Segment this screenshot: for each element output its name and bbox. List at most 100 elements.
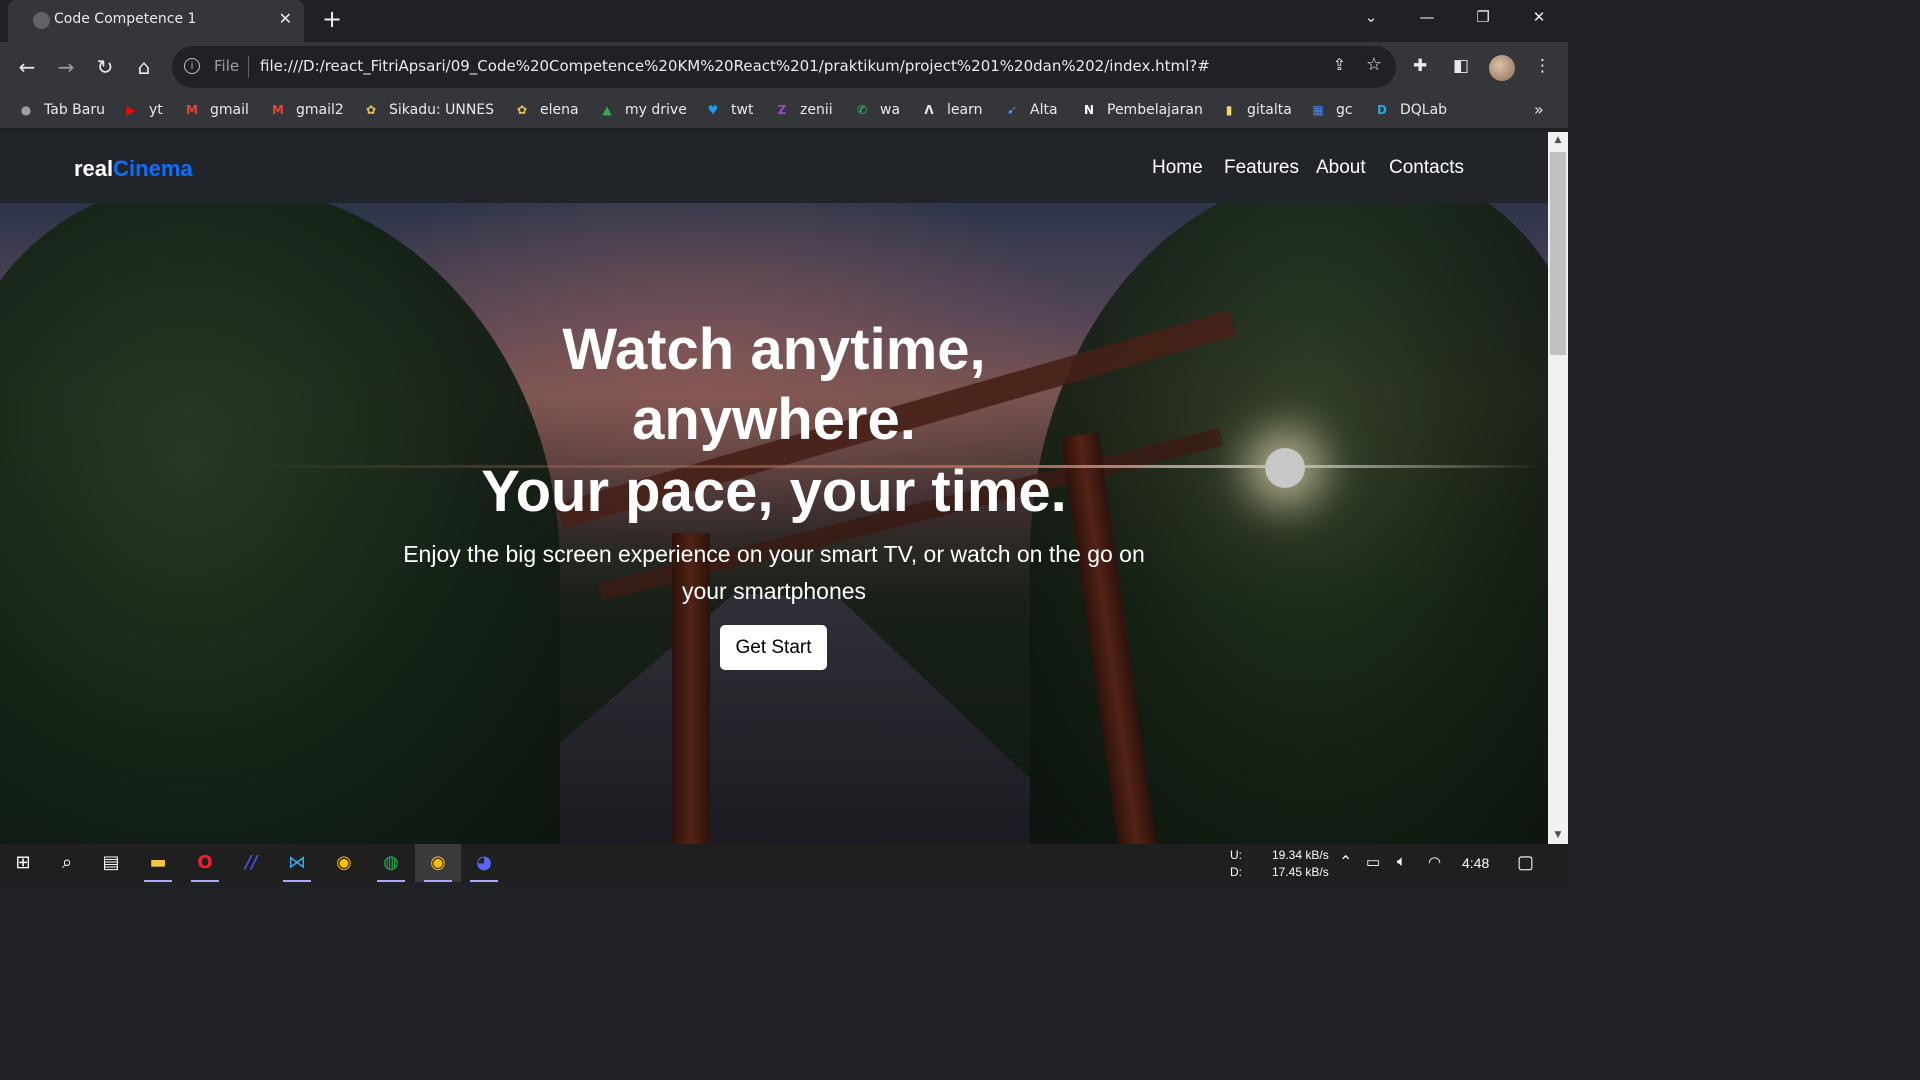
bookmark-label: gmail <box>210 102 249 118</box>
bookmark-label: elena <box>540 102 579 118</box>
tray-overflow-chevron-icon[interactable]: ⌃ <box>1339 852 1352 872</box>
search-icon[interactable]: ⌕ <box>44 844 90 882</box>
menu-kebab-icon[interactable]: ⋮ <box>1534 56 1551 76</box>
tab-close-icon[interactable]: ✕ <box>279 9 292 28</box>
drive-icon: ▲ <box>602 103 612 117</box>
bookmark-gc[interactable]: ▦ gc <box>1309 100 1353 120</box>
address-bar[interactable]: i File file:///D:/react_FitriApsari/09_C… <box>172 46 1396 88</box>
reload-icon[interactable]: ↻ <box>91 53 119 81</box>
bookmark-label: gmail2 <box>296 102 344 118</box>
nav-about-link[interactable]: About <box>1316 157 1366 179</box>
learn-icon: Λ <box>924 103 934 117</box>
site-info-icon[interactable]: i <box>184 58 200 74</box>
opera-icon[interactable]: O <box>182 844 228 882</box>
site-navbar: realCinema Home Features About Contacts <box>0 132 1548 203</box>
network-download-label: D: <box>1230 865 1242 879</box>
network-upload-speed: 19.34 kB/s <box>1272 848 1329 862</box>
browser-tab[interactable]: Code Competence 1 ✕ <box>8 0 304 42</box>
restore-button[interactable]: ❐ <box>1455 0 1511 34</box>
bookmark-my-drive[interactable]: ▲ my drive <box>598 100 687 120</box>
spotify-icon[interactable]: ◍ <box>368 844 414 882</box>
tab-search-chevron-icon[interactable]: ⌄ <box>1343 0 1399 34</box>
bookmark-yt[interactable]: ▶ yt <box>122 100 162 120</box>
browser-toolbar: ← → ↻ ⌂ i File file:///D:/react_FitriAps… <box>0 42 1568 92</box>
hero-lead-text: Enjoy the big screen experience on your … <box>403 541 1145 604</box>
bookmark-label: Sikadu: UNNES <box>389 102 495 118</box>
clock-time[interactable]: 4:48 <box>1462 855 1489 871</box>
page-scrollbar[interactable]: ▲ ▼ <box>1548 132 1568 844</box>
brand-accent: Cinema <box>113 156 193 181</box>
gmail-icon: M <box>272 103 284 117</box>
nav-features-link[interactable]: Features <box>1224 157 1299 179</box>
bookmark-label: twt <box>731 102 754 118</box>
nav-home-link[interactable]: Home <box>1152 157 1203 179</box>
battery-icon[interactable]: ▭ <box>1366 853 1380 871</box>
forward-arrow-icon[interactable]: → <box>52 53 80 81</box>
scroll-up-arrow-icon[interactable]: ▲ <box>1548 132 1568 149</box>
network-download-speed: 17.45 kB/s <box>1272 865 1329 879</box>
close-window-button[interactable]: ✕ <box>1511 0 1567 34</box>
bookmark-star-icon[interactable]: ☆ <box>1366 54 1382 75</box>
extensions-puzzle-icon[interactable]: ✚ <box>1413 56 1427 76</box>
page-viewport: realCinema Home Features About Contacts … <box>0 132 1548 844</box>
bookmarks-bar: ● Tab Baru ▶ yt Mgmail Mgmail2 ✿ Sikadu: UNNES ✿… <box>0 92 1568 128</box>
twitter-icon: ♥ <box>707 103 719 117</box>
notion-icon: N <box>1083 103 1095 117</box>
volume-icon[interactable]: 🔈︎ <box>1397 853 1406 870</box>
bookmark-sikadu-unnes[interactable]: ✿ Sikadu: UNNES <box>362 100 494 120</box>
gmail-icon: M <box>186 103 198 117</box>
bookmark-zenii[interactable]: Zzenii <box>773 100 833 120</box>
scroll-down-arrow-icon[interactable]: ▼ <box>1548 827 1568 844</box>
discord-icon[interactable]: ◕ <box>461 844 507 882</box>
notification-icon[interactable]: ▢ <box>1517 852 1534 873</box>
bookmark-label: Pembelajaran <box>1107 102 1203 118</box>
bookmark-label: Tab Baru <box>44 102 105 118</box>
tab-title: Code Competence 1 <box>54 11 197 27</box>
bookmark-pembelajaran[interactable]: N Pembelajaran <box>1080 100 1203 120</box>
tab-favicon-icon <box>33 12 50 29</box>
bookmark-gmail[interactable]: Mgmail <box>183 100 249 120</box>
scrollbar-thumb[interactable] <box>1550 152 1566 355</box>
profile-avatar[interactable] <box>1489 55 1515 81</box>
bookmark-twt[interactable]: ♥ twt <box>704 100 754 120</box>
youtube-icon: ▶ <box>126 103 136 117</box>
minimize-button[interactable]: — <box>1399 0 1455 34</box>
home-icon[interactable]: ⌂ <box>130 53 158 81</box>
chrome-icon[interactable]: ◉ <box>321 844 367 882</box>
bookmark-elena[interactable]: ✿ elena <box>513 100 579 120</box>
bookmark-alta[interactable]: ➹ Alta <box>1003 100 1058 120</box>
zenius-icon: Z <box>777 103 787 117</box>
slash-app-icon[interactable]: // <box>228 844 274 882</box>
brand-prefix: real <box>74 156 114 181</box>
bookmark-label: Alta <box>1030 102 1058 118</box>
hero-headline-line-3: Your pace, your time. <box>481 459 1067 524</box>
file-explorer-icon[interactable]: ▬ <box>135 844 181 882</box>
scheme-label: File <box>214 57 240 75</box>
bookmark-label: my drive <box>625 102 687 118</box>
bookmark-label: gc <box>1336 102 1353 118</box>
bookmark-tab-baru[interactable]: ● Tab Baru <box>17 100 105 120</box>
new-tab-button[interactable]: + <box>318 6 346 34</box>
url-text[interactable]: file:///D:/react_FitriApsari/09_Code%20C… <box>260 57 1210 75</box>
bookmark-dqlab[interactable]: D DQLab <box>1373 100 1447 120</box>
windows-start-icon[interactable]: ⊞ <box>0 844 46 882</box>
bookmark-label: zenii <box>800 102 833 118</box>
bookmark-wa[interactable]: ✆ wa <box>853 100 900 120</box>
bookmark-learn[interactable]: Λlearn <box>920 100 982 120</box>
nav-contacts-link[interactable]: Contacts <box>1389 157 1464 179</box>
site-brand[interactable]: realCinema <box>74 156 193 182</box>
side-panel-icon[interactable]: ◧ <box>1453 56 1469 76</box>
bookmarks-overflow-icon[interactable]: » <box>1534 100 1544 119</box>
hero-headline-line-2: anywhere. <box>632 387 916 452</box>
address-separator <box>248 56 249 78</box>
get-start-button[interactable]: Get Start <box>720 625 827 670</box>
vscode-icon[interactable]: ⋈ <box>274 844 320 882</box>
back-arrow-icon[interactable]: ← <box>13 53 41 81</box>
share-icon[interactable]: ⇪ <box>1333 55 1346 74</box>
chrome-icon[interactable]: ◉ <box>415 844 461 882</box>
task-view-icon[interactable]: ▤ <box>88 844 134 882</box>
bookmark-gitalta[interactable]: ▮ gitalta <box>1220 100 1292 120</box>
unnes-icon: ✿ <box>365 103 377 117</box>
wifi-icon[interactable]: ◠ <box>1428 853 1441 871</box>
bookmark-gmail2[interactable]: Mgmail2 <box>269 100 344 120</box>
